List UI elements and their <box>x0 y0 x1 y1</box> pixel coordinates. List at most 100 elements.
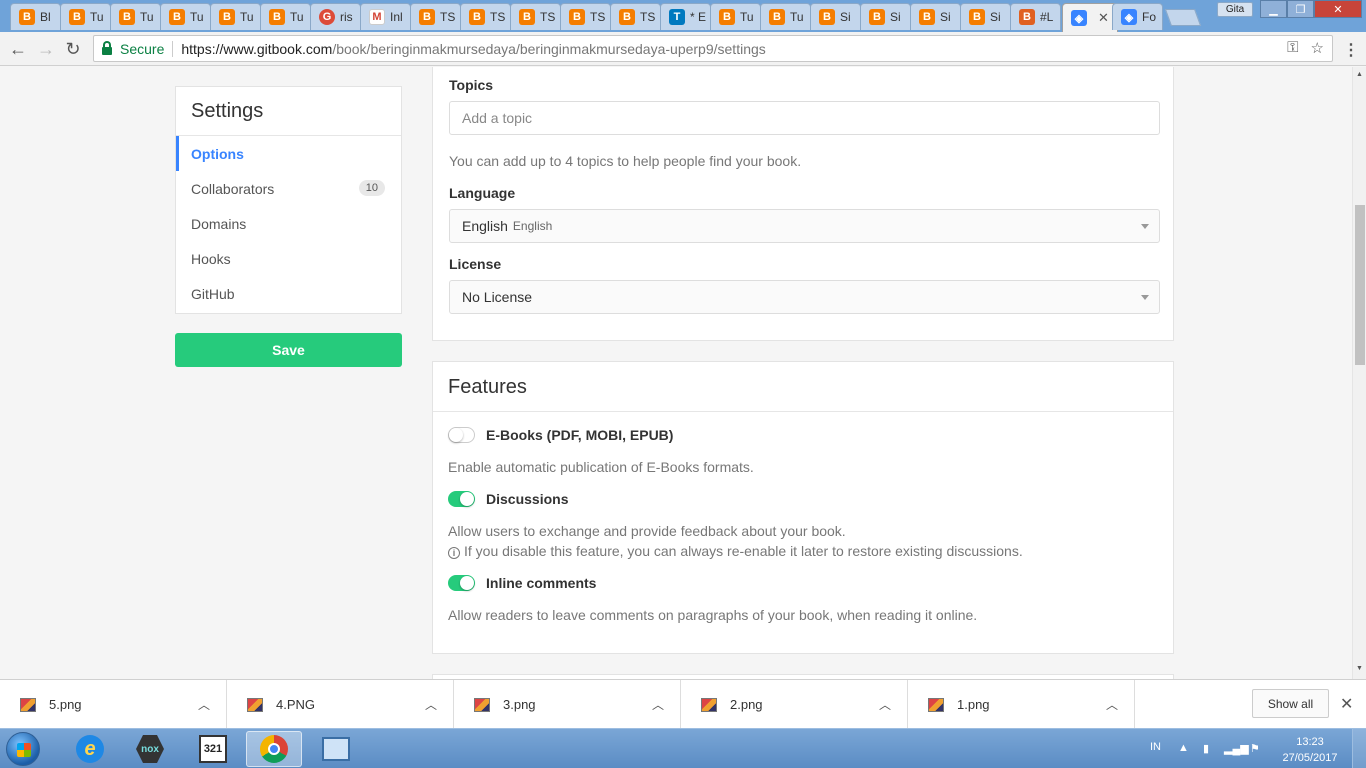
browser-tab[interactable]: ◈ Fo <box>1112 3 1163 30</box>
download-item[interactable]: 5.png ︿ <box>0 680 227 729</box>
clock[interactable]: 13:23 27/05/2017 <box>1278 734 1342 766</box>
browser-tab[interactable]: B Si <box>960 3 1011 30</box>
language-select[interactable]: English English <box>449 209 1160 243</box>
discussions-description: Allow users to exchange and provide feed… <box>448 523 846 539</box>
browser-tab[interactable]: B TS <box>560 3 611 30</box>
browser-tab[interactable]: B Tu <box>760 3 811 30</box>
browser-tab[interactable]: B Tu <box>160 3 211 30</box>
browser-tab-active[interactable]: ◈ ✕ <box>1062 3 1118 32</box>
sidebar-item-collaborators[interactable]: Collaborators 10 <box>176 171 401 206</box>
language-indicator[interactable]: IN <box>1150 741 1161 753</box>
profile-button[interactable]: Gita <box>1217 2 1253 17</box>
start-button[interactable] <box>6 732 40 766</box>
back-arrow-icon[interactable]: ← <box>7 38 29 60</box>
close-icon[interactable]: ✕ <box>1340 694 1353 714</box>
browser-tab[interactable]: B TS <box>610 3 661 30</box>
minimize-button[interactable]: ▁ <box>1260 0 1287 18</box>
reload-icon[interactable]: ↻ <box>62 38 84 60</box>
signal-icon[interactable]: ▂▄▆ <box>1224 742 1249 755</box>
download-item[interactable]: 1.png ︿ <box>908 680 1135 729</box>
scroll-down-icon[interactable]: ▼ <box>1356 665 1363 672</box>
gitbook-icon: ◈ <box>1121 9 1137 25</box>
settings-sidebar: Settings Options Collaborators 10 Domains… <box>175 86 402 314</box>
download-item[interactable]: 4.PNG ︿ <box>227 680 454 729</box>
chevron-up-icon[interactable]: ︿ <box>652 696 664 713</box>
browser-tab[interactable]: B Tu <box>710 3 761 30</box>
close-tab-icon[interactable]: ✕ <box>1098 10 1109 26</box>
topics-help-text: You can add up to 4 topics to help peopl… <box>449 153 802 169</box>
new-tab-button[interactable] <box>1164 9 1202 26</box>
discussions-toggle[interactable] <box>448 491 475 507</box>
inline-comments-toggle[interactable] <box>448 575 475 591</box>
network-icon[interactable]: ⚑ <box>1250 742 1260 755</box>
browser-tab[interactable]: B Tu <box>260 3 311 30</box>
show-desktop-button[interactable] <box>1352 729 1366 768</box>
tab-title: Tu <box>190 10 204 24</box>
ebooks-toggle[interactable] <box>448 427 475 443</box>
browser-toolbar: ← → ↻ Secure https://www.gitbook.com/boo… <box>0 32 1366 66</box>
browser-tab[interactable]: B Tu <box>210 3 261 30</box>
topics-input[interactable]: Add a topic <box>449 101 1160 135</box>
browser-tab[interactable]: B Si <box>910 3 961 30</box>
battery-icon[interactable]: ▮ <box>1203 742 1209 755</box>
inline-comments-label: Inline comments <box>486 575 597 591</box>
blogger-icon: B <box>169 9 185 25</box>
chevron-up-icon[interactable]: ︿ <box>425 696 437 713</box>
browser-tab[interactable]: Gris <box>310 3 361 30</box>
clock-time: 13:23 <box>1296 736 1324 748</box>
browser-tab[interactable]: B TS <box>410 3 461 30</box>
browser-tab[interactable]: B Si <box>810 3 861 30</box>
browser-tab[interactable]: B Tu <box>60 3 111 30</box>
language-native: English <box>512 219 553 233</box>
taskbar-app-ie[interactable]: e <box>62 731 118 767</box>
tab-title: TS <box>490 10 506 24</box>
caret-down-icon <box>1141 295 1149 300</box>
scroll-up-icon[interactable]: ▲ <box>1356 71 1363 78</box>
browser-tab[interactable]: T * E <box>660 3 711 30</box>
maximize-button[interactable]: ❐ <box>1287 0 1314 18</box>
browser-tab[interactable]: B Tu <box>110 3 161 30</box>
license-select[interactable]: No License <box>449 280 1160 314</box>
download-item[interactable]: 3.png ︿ <box>454 680 681 729</box>
general-settings-card: Topics Add a topic You can add up to 4 t… <box>432 67 1174 341</box>
chevron-up-icon[interactable]: ︿ <box>879 696 891 713</box>
toggle-knob <box>449 428 463 442</box>
sidebar-item-domains[interactable]: Domains <box>176 206 401 241</box>
browser-tab[interactable]: M Inl <box>360 3 411 30</box>
sidebar-item-options[interactable]: Options <box>176 136 401 171</box>
show-all-button[interactable]: Show all <box>1252 689 1329 718</box>
menu-icon[interactable]: ⋮ <box>1343 40 1359 60</box>
browser-tab[interactable]: B Si <box>860 3 911 30</box>
browser-tab[interactable]: B #L <box>1010 3 1061 30</box>
url-path: /book/beringinmakmursedaya/beringinmakmu… <box>332 40 766 57</box>
scrollbar-thumb[interactable] <box>1355 205 1365 365</box>
key-icon[interactable]: ⚿ <box>1287 39 1298 57</box>
taskbar-app-remote-desktop[interactable] <box>308 731 364 767</box>
sidebar-item-github[interactable]: GitHub <box>176 276 401 311</box>
browser-tab[interactable]: B TS <box>460 3 511 30</box>
taskbar-app-chrome[interactable] <box>246 731 302 767</box>
chevron-up-icon[interactable]: ︿ <box>198 696 210 713</box>
address-bar[interactable]: Secure https://www.gitbook.com/book/beri… <box>93 35 1333 62</box>
window-close-button[interactable]: ✕ <box>1314 0 1362 18</box>
tab-title: Tu <box>740 10 754 24</box>
license-label: License <box>449 256 502 272</box>
browser-tab[interactable]: B TS <box>510 3 561 30</box>
info-icon: i <box>448 547 460 559</box>
download-item[interactable]: 2.png ︿ <box>681 680 908 729</box>
taskbar-app-nox[interactable]: nox <box>122 731 178 767</box>
taskbar-app-media-player[interactable]: 321 <box>185 731 241 767</box>
forward-arrow-icon[interactable]: → <box>35 38 57 60</box>
page-scrollbar[interactable]: ▲ ▼ <box>1352 67 1366 679</box>
sidebar-item-hooks[interactable]: Hooks <box>176 241 401 276</box>
tray-expand-icon[interactable]: ▲ <box>1178 742 1189 754</box>
tab-strip: B Bl B Tu B Tu B Tu B Tu B Tu Gris M Inl B TS BT… <box>0 0 1366 32</box>
browser-tab[interactable]: B Bl <box>10 3 61 30</box>
save-button[interactable]: Save <box>175 333 402 367</box>
tab-title: TS <box>640 10 656 24</box>
google-plus-icon: G <box>319 9 335 25</box>
image-file-icon <box>474 697 490 712</box>
tab-title: Bl <box>40 10 51 24</box>
star-icon[interactable]: ☆ <box>1311 39 1324 57</box>
chevron-up-icon[interactable]: ︿ <box>1106 696 1118 713</box>
